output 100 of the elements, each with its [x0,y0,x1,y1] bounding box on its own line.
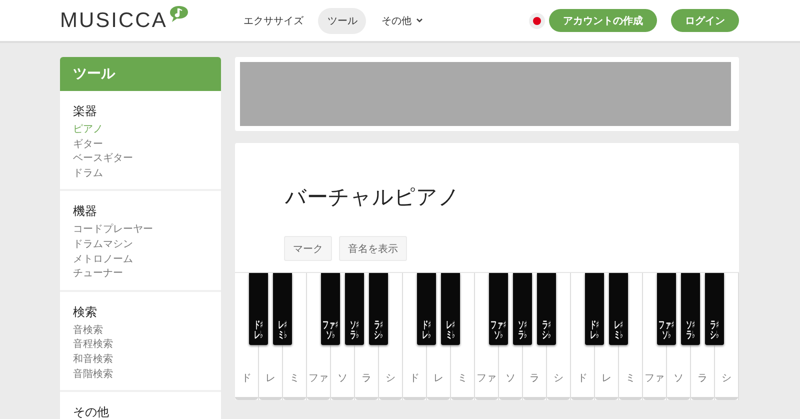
piano-key[interactable]: ソ [331,350,354,400]
key-label: ラ♯ [374,321,384,331]
sharp-key[interactable]: ド♯ レ♭ [417,273,436,345]
sharp-key[interactable]: ファ♯ ソ♭ [321,273,340,345]
show-notes-button[interactable]: 音名を表示 [339,236,407,261]
sidebar-link[interactable]: 音検索 [73,324,208,338]
key-label: ミ♭ [278,331,288,341]
key-label: ファ [644,372,664,385]
key-label: ファ [476,372,496,385]
key-label: ド♯ [254,321,264,331]
sharp-key[interactable]: ド♯ レ♭ [585,273,604,345]
piano-key[interactable]: ラ [523,350,546,400]
key-label: ミ [290,372,300,385]
piano-key[interactable]: シ [715,350,738,400]
key-label: ファ♯ [490,321,506,331]
key-label: ソ [338,372,348,385]
nav-link[interactable]: その他 [372,8,432,34]
piano-key[interactable]: ファ [475,350,498,400]
key-label: ラ [698,372,708,385]
sharp-key[interactable]: レ♯ ミ♭ [609,273,628,345]
key-label: ラ♭ [350,331,360,341]
key-label: シ [386,372,396,385]
key-label: ソ [506,372,516,385]
sharp-key[interactable]: レ♯ ミ♭ [273,273,292,345]
key-label: ソ♯ [350,321,360,331]
key-label: ド [410,372,420,385]
piano-key[interactable]: ミ [283,350,306,400]
section-heading: その他 [73,404,110,419]
sidebar-link[interactable]: ドラム [73,166,208,182]
key-label: ド [242,372,252,385]
key-label: シ♭ [710,331,720,341]
key-label: ミ♭ [614,331,624,341]
piano-key[interactable]: ラ [355,350,378,400]
piano-key[interactable]: ド [235,350,258,400]
sharp-key[interactable]: ソ♯ ラ♭ [513,273,532,345]
key-label: ラ♭ [518,331,528,341]
key-label: ラ [530,372,540,385]
sharp-key[interactable]: ソ♯ ラ♭ [681,273,700,345]
key-label: ソ♭ [494,331,504,341]
key-label: ファ♯ [658,321,674,331]
piano-key[interactable]: レ [595,350,618,400]
nav-link[interactable]: エクササイズ [234,8,312,34]
key-label: ラ♯ [710,321,720,331]
piano-key[interactable]: ファ [307,350,330,400]
piano-key[interactable]: ド [571,350,594,400]
piano-key[interactable]: ド [403,350,426,400]
piano-key[interactable]: シ [547,350,570,400]
signup-button[interactable]: アカウントの作成 [549,9,657,32]
key-label: シ [554,372,564,385]
key-label: レ♯ [278,321,288,331]
key-label: シ♭ [374,331,384,341]
logo-text[interactable]: MUSICCA [60,8,168,32]
piano-key[interactable]: ソ [499,350,522,400]
sidebar-link[interactable]: 和音検索 [73,352,208,368]
piano-key[interactable]: ミ [451,350,474,400]
piano-key[interactable]: ミ [619,350,642,400]
sidebar-link[interactable]: ドラムマシン [73,238,208,253]
piano-key[interactable]: ファ [643,350,666,400]
piano-key[interactable]: レ [427,350,450,400]
sidebar-link[interactable]: コードプレーヤー [73,223,208,238]
key-label: ファ♯ [322,321,338,331]
sidebar-link[interactable]: ベースギター [73,152,208,167]
sharp-key[interactable]: レ♯ ミ♭ [441,273,460,345]
sharp-key[interactable]: ラ♯ シ♭ [705,273,724,345]
key-label: レ♯ [446,321,456,331]
sidebar-link[interactable]: ギター [73,138,208,152]
key-label: ラ♯ [542,321,552,331]
sharp-key[interactable]: ファ♯ ソ♭ [657,273,676,345]
sharp-key[interactable]: ド♯ レ♭ [249,273,268,345]
key-label: ミ [458,372,468,385]
piano-key[interactable]: ソ [667,350,690,400]
section-heading: 機器 [73,203,98,220]
section-heading: 楽器 [73,103,98,120]
key-label: ソ♯ [686,321,696,331]
sharp-key[interactable]: ラ♯ シ♭ [537,273,556,345]
key-label: ミ [626,372,636,385]
sidebar-link[interactable]: ピアノ [73,123,208,138]
sharp-key[interactable]: ファ♯ ソ♭ [489,273,508,345]
section-heading: 検索 [73,304,98,321]
login-button[interactable]: ログイン [671,9,739,32]
sidebar-link[interactable]: 音階検索 [73,368,208,382]
caret-icon [416,18,424,23]
piano-key[interactable]: ラ [691,350,714,400]
key-label: ラ [362,372,372,385]
key-label: レ♯ [614,321,624,331]
sidebar-link[interactable]: チューナー [73,267,208,282]
sharp-key[interactable]: ソ♯ ラ♭ [345,273,364,345]
nav-link[interactable]: ツール [318,8,366,34]
japan-flag-icon[interactable] [529,12,545,28]
sidebar-link[interactable]: 音程検索 [73,338,208,353]
key-label: ド♯ [590,321,600,331]
sidebar-header: ツール [60,57,221,91]
key-label: シ [722,372,732,385]
piano-key[interactable]: レ [259,350,282,400]
sidebar-link[interactable]: メトロノーム [73,252,208,268]
sharp-key[interactable]: ラ♯ シ♭ [369,273,388,345]
key-label: レ [266,372,276,385]
piano-key[interactable]: シ [379,350,402,400]
mark-button[interactable]: マーク [284,236,332,261]
key-label: ソ♭ [662,331,672,341]
